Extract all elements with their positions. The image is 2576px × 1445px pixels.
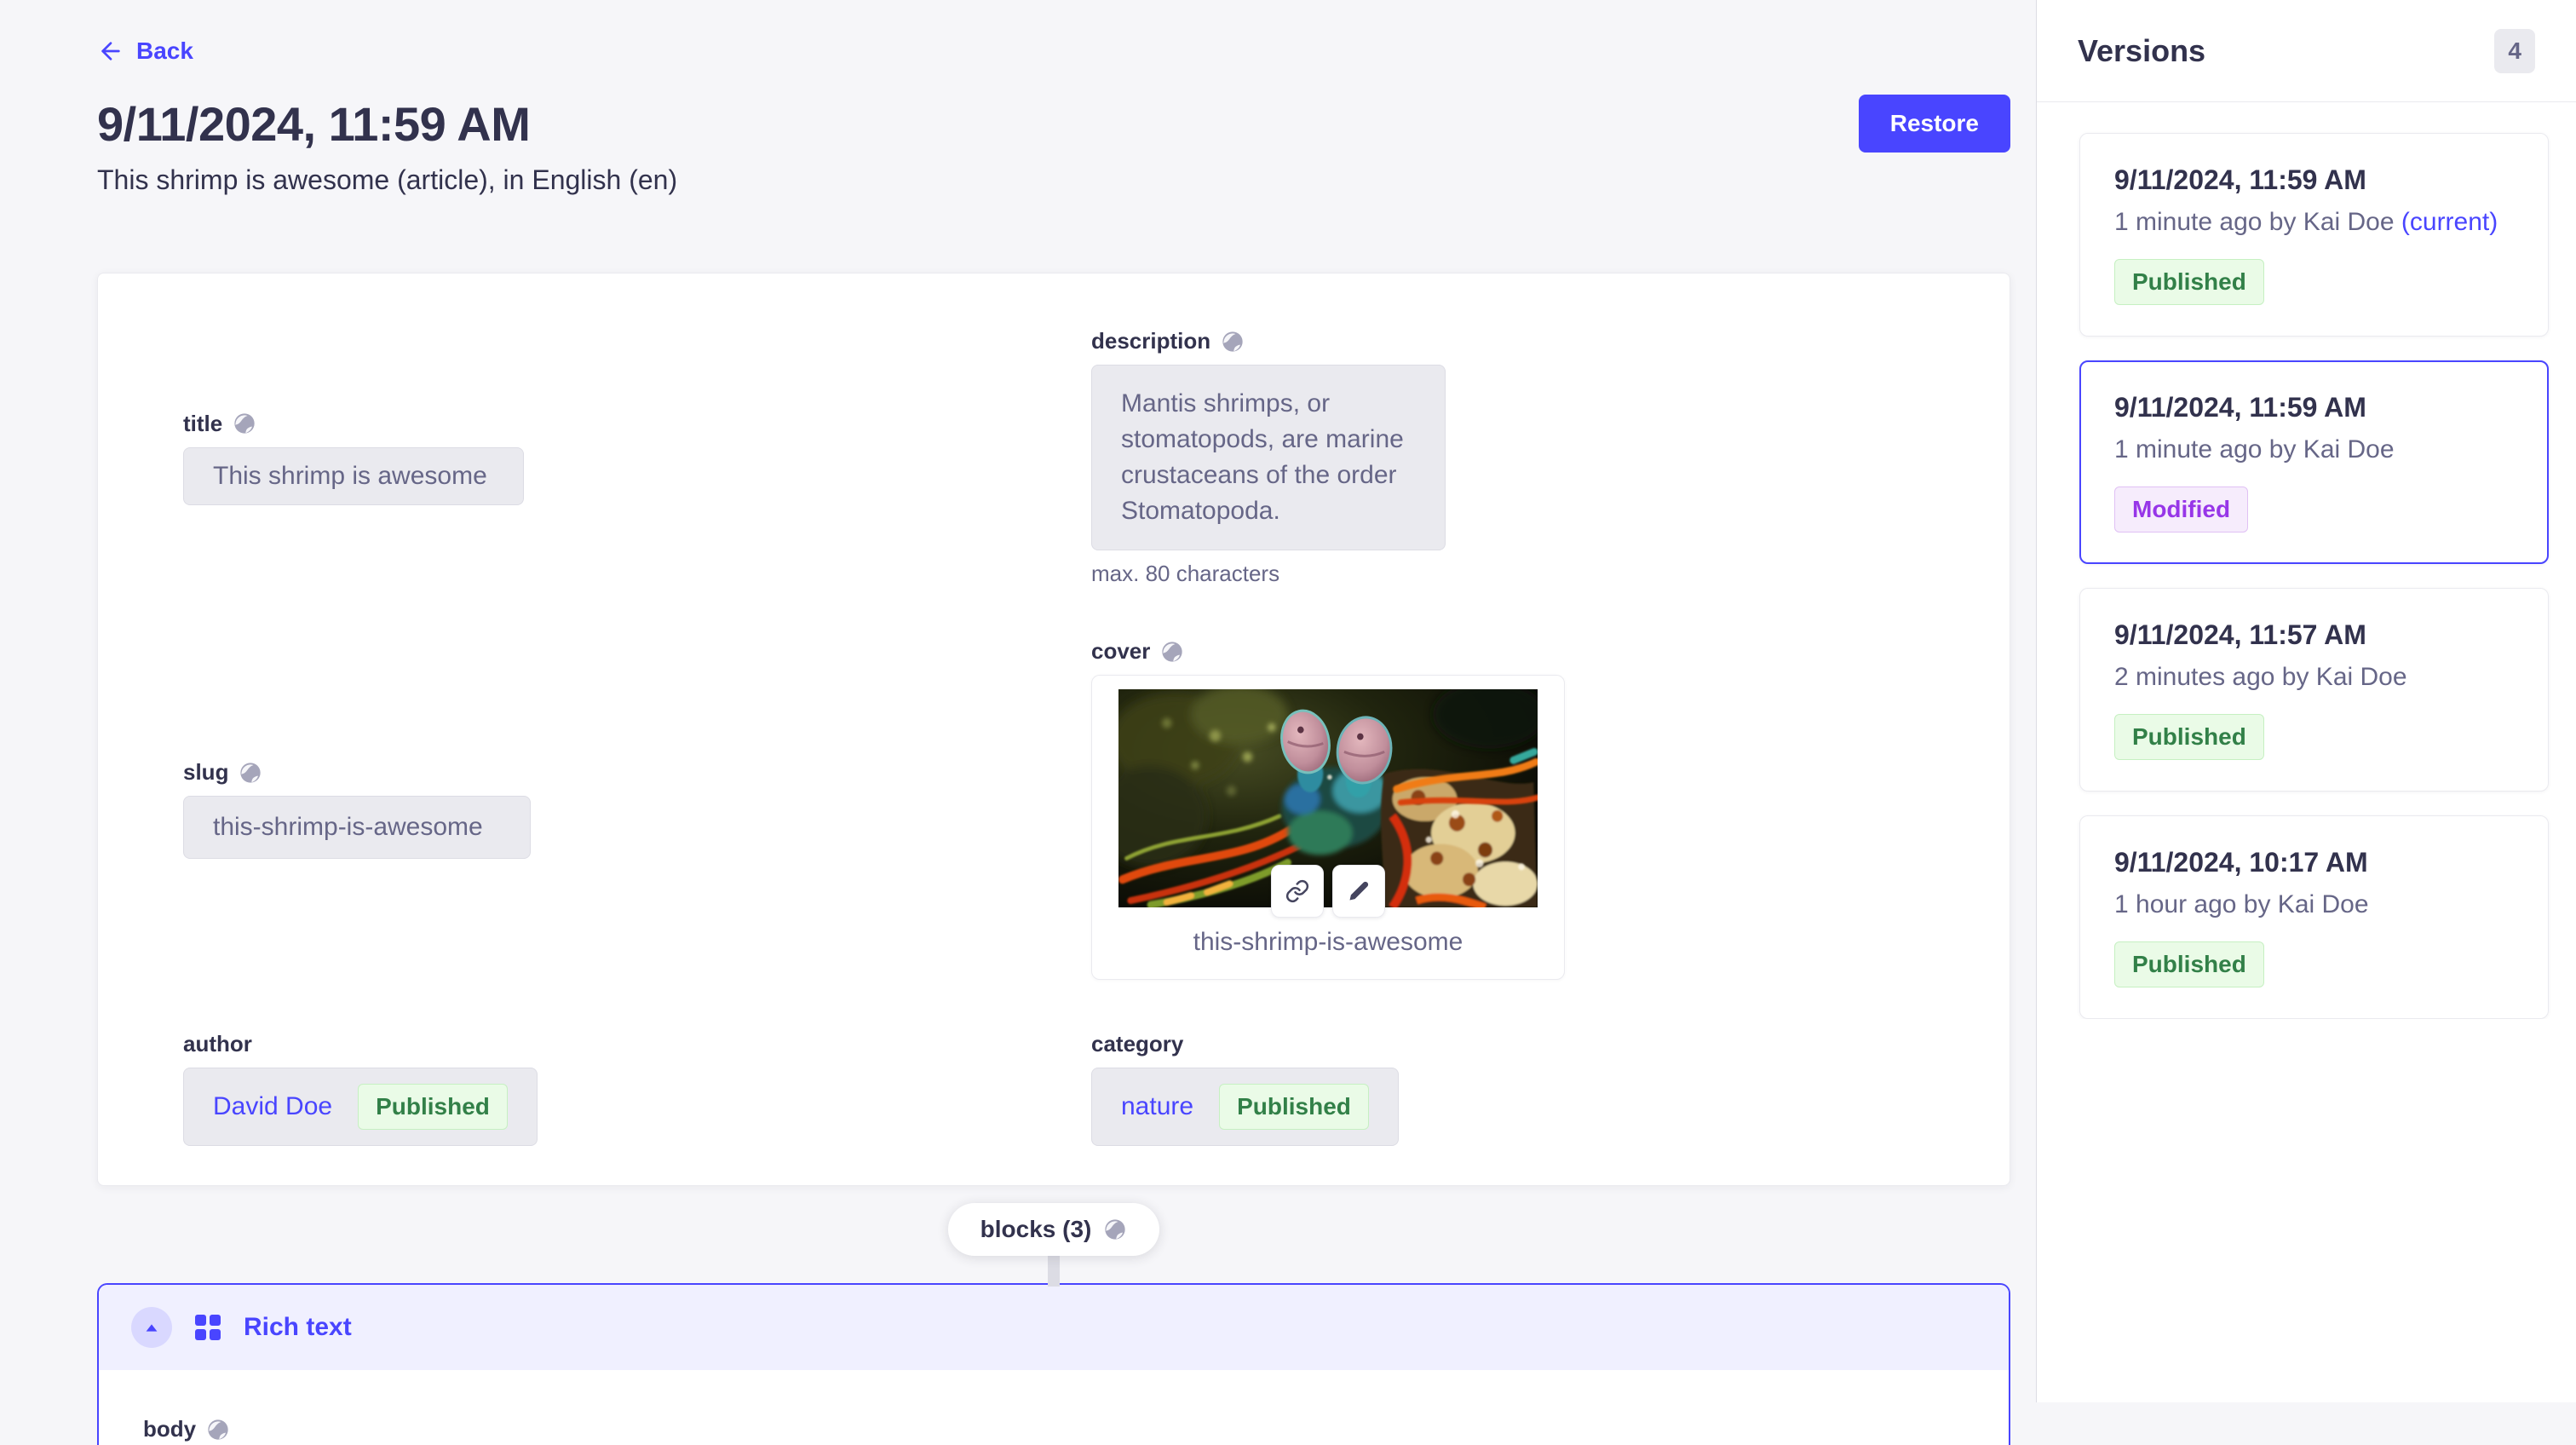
author-status-badge: Published — [358, 1084, 508, 1130]
pencil-icon — [1347, 879, 1371, 903]
globe-icon — [1103, 1218, 1127, 1241]
page-subtitle: This shrimp is awesome (article), in Eng… — [97, 164, 2010, 196]
main-area: Back 9/11/2024, 11:59 AM Restore This sh… — [0, 0, 2036, 1402]
cover-actions — [1271, 865, 1385, 918]
versions-count-badge: 4 — [2494, 29, 2535, 73]
globe-icon — [233, 412, 256, 435]
edit-asset-button[interactable] — [1332, 865, 1385, 918]
cover-field-label: cover — [1091, 638, 1962, 665]
version-card[interactable]: 9/11/2024, 10:17 AM 1 hour ago by Kai Do… — [2079, 815, 2549, 1019]
description-textarea: Mantis shrimps, or stomatopods, are mari… — [1091, 365, 1446, 550]
back-arrow-icon — [97, 37, 124, 65]
version-status-badge: Published — [2114, 259, 2264, 305]
rich-text-block-title: Rich text — [244, 1313, 352, 1342]
description-field-label: description — [1091, 328, 1962, 354]
version-card[interactable]: 9/11/2024, 11:59 AM 1 minute ago by Kai … — [2079, 360, 2549, 564]
chevron-up-icon — [142, 1318, 161, 1337]
slug-field-label: slug — [183, 759, 1054, 786]
globe-icon — [1160, 640, 1184, 664]
version-meta: 2 minutes ago by Kai Doe — [2114, 663, 2514, 692]
app-layout: Back 9/11/2024, 11:59 AM Restore This sh… — [0, 0, 2576, 1402]
rich-text-block: Rich text body — [97, 1283, 2010, 1445]
version-date: 9/11/2024, 11:59 AM — [2114, 392, 2514, 423]
restore-button[interactable]: Restore — [1859, 95, 2010, 153]
version-status-badge: Published — [2114, 941, 2264, 987]
copy-link-button[interactable] — [1271, 865, 1324, 918]
version-meta: 1 minute ago by Kai Doe (current) — [2114, 208, 2514, 237]
back-link[interactable]: Back — [97, 37, 193, 65]
version-status-badge: Published — [2114, 714, 2264, 760]
version-date: 9/11/2024, 11:59 AM — [2114, 164, 2514, 196]
version-date: 9/11/2024, 11:57 AM — [2114, 619, 2514, 651]
current-version-label: (current) — [2401, 208, 2498, 236]
version-form-card: title description Mantis shrimps, or sto… — [97, 273, 2010, 1186]
version-list: 9/11/2024, 11:59 AM 1 minute ago by Kai … — [2037, 102, 2576, 1019]
title-field-label: title — [183, 411, 1054, 437]
link-icon — [1285, 878, 1310, 904]
globe-icon — [1221, 330, 1245, 354]
title-input — [183, 447, 524, 505]
category-relation-link[interactable]: nature — [1121, 1092, 1193, 1121]
category-field-label: category — [1091, 1031, 1962, 1057]
slug-input — [183, 796, 531, 859]
version-card[interactable]: 9/11/2024, 11:59 AM 1 minute ago by Kai … — [2079, 133, 2549, 337]
back-label: Back — [136, 37, 193, 65]
page-title: 9/11/2024, 11:59 AM — [97, 96, 530, 152]
category-status-badge: Published — [1219, 1084, 1369, 1130]
author-field-label: author — [183, 1031, 1054, 1057]
rich-text-block-header[interactable]: Rich text — [99, 1285, 2009, 1370]
author-relation-link[interactable]: David Doe — [213, 1092, 332, 1121]
globe-icon — [239, 761, 262, 785]
globe-icon — [206, 1418, 230, 1442]
category-relation-box: nature Published — [1091, 1068, 1399, 1146]
version-date: 9/11/2024, 10:17 AM — [2114, 847, 2514, 878]
collapse-button[interactable] — [131, 1307, 172, 1348]
description-hint: max. 80 characters — [1091, 561, 1962, 587]
body-field-label: body — [143, 1416, 2009, 1442]
component-grid-icon — [194, 1314, 221, 1341]
blocks-pill: blocks (3) — [948, 1203, 1160, 1256]
version-status-badge: Modified — [2114, 486, 2248, 533]
version-meta: 1 hour ago by Kai Doe — [2114, 890, 2514, 919]
versions-title: Versions — [2078, 33, 2205, 69]
cover-caption: this-shrimp-is-awesome — [1106, 928, 1550, 957]
version-card[interactable]: 9/11/2024, 11:57 AM 2 minutes ago by Kai… — [2079, 588, 2549, 792]
author-relation-box: David Doe Published — [183, 1068, 538, 1146]
blocks-connector-area: blocks (3) — [97, 1203, 2010, 1283]
cover-asset-card: this-shrimp-is-awesome — [1091, 675, 1565, 980]
blocks-pill-label: blocks (3) — [980, 1216, 1092, 1243]
versions-sidebar: Versions 4 9/11/2024, 11:59 AM 1 minute … — [2036, 0, 2576, 1402]
version-meta: 1 minute ago by Kai Doe — [2114, 435, 2514, 464]
